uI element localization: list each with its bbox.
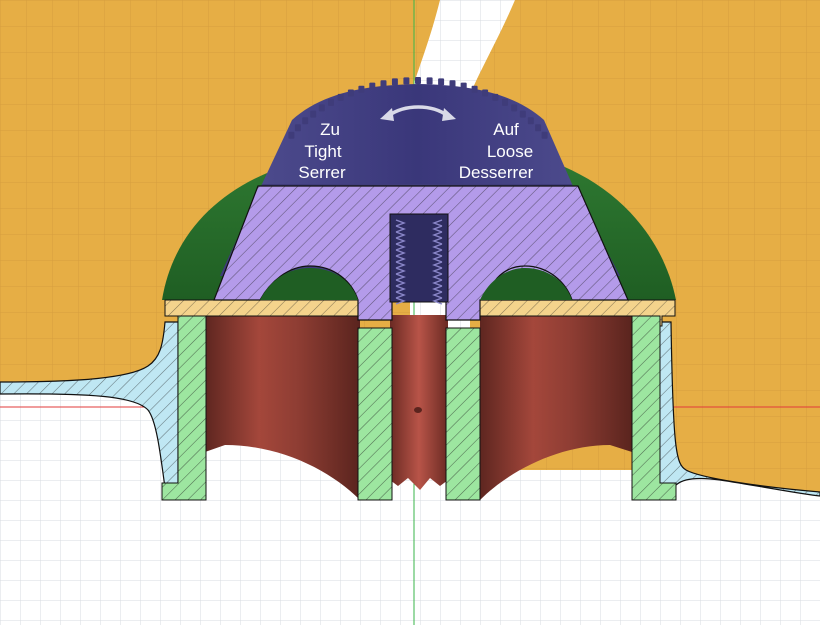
knurl-tooth <box>415 77 421 84</box>
knurl-tooth <box>369 82 376 90</box>
knurl-tooth <box>403 77 410 85</box>
insert-center-right <box>445 327 481 501</box>
insert-center-left <box>357 327 393 501</box>
label-right-line-2: Loose <box>487 142 533 161</box>
knurl-tooth <box>471 85 478 93</box>
label-right-line-3: Desserrer <box>459 163 534 182</box>
knurl-tooth <box>294 124 301 132</box>
knurl-tooth <box>535 124 542 132</box>
knurl-tooth <box>358 85 365 93</box>
label-left-line-1: Zu <box>320 120 340 139</box>
knurl-tooth <box>460 82 467 90</box>
cad-viewport[interactable]: Zu Tight Serrer Auf Loose Desserrer <box>0 0 820 625</box>
knurl-tooth <box>482 89 489 97</box>
knurl-tooth <box>519 110 526 118</box>
section-view: Zu Tight Serrer Auf Loose Desserrer <box>0 0 820 625</box>
threaded-stem <box>389 213 449 305</box>
knurl-tooth <box>337 93 344 101</box>
label-left-line-2: Tight <box>304 142 341 161</box>
knurl-tooth <box>449 80 456 88</box>
knurl-tooth <box>527 117 534 125</box>
knurl-tooth <box>302 117 309 125</box>
knurl-tooth <box>380 80 387 88</box>
knurl-tooth <box>328 98 334 106</box>
knurl-tooth <box>426 77 433 85</box>
knurl-tooth <box>541 131 548 139</box>
knurl-tooth <box>347 89 354 97</box>
knurl-tooth <box>391 78 398 86</box>
label-left-line-3: Serrer <box>298 163 346 182</box>
knurl-tooth <box>438 78 445 86</box>
knurl-tooth <box>492 93 499 101</box>
knurl-tooth <box>310 110 317 118</box>
knurl-tooth <box>511 104 518 112</box>
knurl-tooth <box>288 131 295 139</box>
label-right-line-1: Auf <box>493 120 519 139</box>
knurl-tooth <box>318 104 325 112</box>
knurl-tooth <box>502 98 508 106</box>
